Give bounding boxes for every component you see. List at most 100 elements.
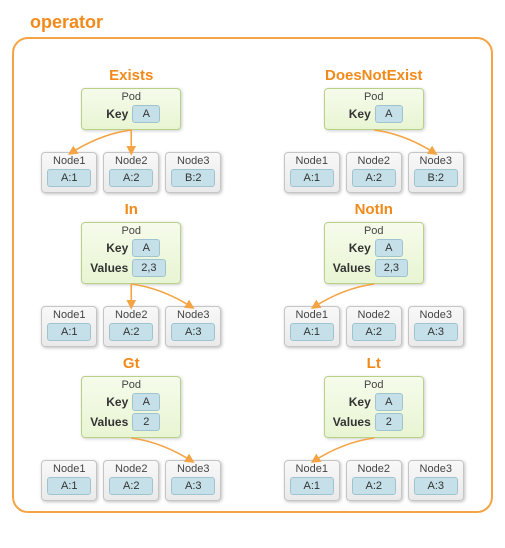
operator-title: Exists (109, 67, 153, 84)
node-box: Node2 A:2 (103, 306, 159, 347)
node-box: Node1 A:1 (41, 460, 97, 501)
node-box: Node1 A:1 (284, 152, 340, 193)
key-label: Key (88, 241, 128, 255)
operator-lt: Lt Pod Key A Values 2 Node1 A:1 Node2A:2 Node3 A:3 (265, 355, 484, 501)
operator-gt: Gt Pod Key A Values 2 Node1 A:1 Node2 A:2 Node3 A:3 (22, 355, 241, 501)
operator-title: NotIn (355, 201, 393, 218)
values-value: 2 (375, 413, 403, 431)
node-header: Node1 (290, 463, 334, 475)
pod-box: Pod Key A Values 2 (324, 376, 424, 438)
values-value: 2 (132, 413, 160, 431)
node-box: Node3 B:2 (408, 152, 464, 193)
key-value: A (375, 393, 403, 411)
node-box: Node2A:2 (346, 460, 402, 501)
node-value: A:3 (414, 323, 458, 341)
node-value: A:1 (290, 169, 334, 187)
node-header: Node1 (47, 463, 91, 475)
pod-header: Pod (331, 225, 417, 237)
node-header: Node2 (352, 155, 396, 167)
node-value: A:1 (47, 169, 91, 187)
operator-title: Gt (123, 355, 140, 372)
node-box: Node1 A:1 (284, 460, 340, 501)
values-label: Values (88, 261, 128, 275)
node-value: A:3 (171, 323, 215, 341)
operator-title: In (125, 201, 138, 218)
node-box: Node3 A:3 (408, 460, 464, 501)
values-label: Values (331, 415, 371, 429)
node-value: A:3 (414, 477, 458, 495)
values-value: 2,3 (375, 259, 408, 277)
node-header: Node2 (109, 309, 153, 321)
operator-doesnotexist: DoesNotExist Pod Key A Node1 A:1 Node2 A:2 Node3… (265, 67, 484, 193)
key-value: A (132, 239, 160, 257)
node-value: A:2 (352, 477, 396, 495)
node-header: Node3 (171, 463, 215, 475)
node-value: B:2 (171, 169, 215, 187)
key-value: A (375, 105, 403, 123)
node-header: Node2 (109, 155, 153, 167)
node-box: Node1A:1 (284, 306, 340, 347)
key-value: A (375, 239, 403, 257)
node-value: A:1 (47, 477, 91, 495)
values-label: Values (88, 415, 128, 429)
node-header: Node1 (47, 309, 91, 321)
pod-box: Pod Key A (324, 88, 424, 130)
node-value: A:1 (290, 477, 334, 495)
key-label: Key (331, 395, 371, 409)
values-value: 2,3 (132, 259, 165, 277)
node-row: Node1 A:1 Node2A:2 Node3 A:3 (284, 460, 464, 501)
node-box: Node1 A:1 (41, 152, 97, 193)
key-value: A (132, 393, 160, 411)
node-value: B:2 (414, 169, 458, 187)
operator-title: DoesNotExist (325, 67, 423, 84)
operator-title: Lt (367, 355, 381, 372)
node-header: Node3 (414, 463, 458, 475)
node-value: A:2 (352, 169, 396, 187)
node-value: A:3 (171, 477, 215, 495)
operator-exists: Exists Pod Key A Node1 A:1 Node2 A:2 Node3 B:2 (22, 67, 241, 193)
node-header: Node2 (352, 309, 396, 321)
node-row: Node1 A:1 Node2 A:2 Node3 B:2 (284, 152, 464, 193)
pod-header: Pod (88, 225, 174, 237)
pod-header: Pod (331, 91, 417, 103)
values-label: Values (331, 261, 371, 275)
pod-header: Pod (331, 379, 417, 391)
node-row: Node1 A:1 Node2 A:2 Node3 B:2 (41, 152, 221, 193)
node-value: A:1 (47, 323, 91, 341)
node-box: Node1 A:1 (41, 306, 97, 347)
operator-frame: Exists Pod Key A Node1 A:1 Node2 A:2 Node3 B:2 Doe… (12, 37, 493, 513)
key-value: A (132, 105, 160, 123)
node-value: A:2 (352, 323, 396, 341)
node-header: Node1 (290, 155, 334, 167)
key-label: Key (331, 241, 371, 255)
node-row: Node1 A:1 Node2 A:2 Node3 A:3 (41, 460, 221, 501)
node-box: Node3 A:3 (408, 306, 464, 347)
node-header: Node3 (171, 155, 215, 167)
node-header: Node3 (171, 309, 215, 321)
diagram-title: operator (30, 12, 493, 33)
pod-box: Pod Key A Values 2,3 (81, 222, 181, 284)
node-box: Node2 A:2 (346, 152, 402, 193)
key-label: Key (331, 107, 371, 121)
node-box: Node3 A:3 (165, 306, 221, 347)
node-value: A:2 (109, 477, 153, 495)
node-header: Node3 (414, 155, 458, 167)
key-label: Key (88, 395, 128, 409)
pod-box: Pod Key A (81, 88, 181, 130)
node-row: Node1 A:1 Node2 A:2 Node3 A:3 (41, 306, 221, 347)
node-header: Node1 (47, 155, 91, 167)
pod-box: Pod Key A Values 2 (81, 376, 181, 438)
operator-notin: NotInPodKeyAValues2,3Node1A:1Node2A:2Nod… (265, 201, 484, 347)
node-box: Node2 A:2 (346, 306, 402, 347)
node-header: Node1 (290, 309, 334, 321)
node-value: A:2 (109, 323, 153, 341)
node-row: Node1A:1 Node2 A:2 Node3 A:3 (284, 306, 464, 347)
pod-header: Pod (88, 379, 174, 391)
pod-box: Pod Key A Values 2,3 (324, 222, 424, 284)
node-value: A:2 (109, 169, 153, 187)
key-label: Key (88, 107, 128, 121)
node-header: Node3 (414, 309, 458, 321)
node-box: Node3 B:2 (165, 152, 221, 193)
pod-header: Pod (88, 91, 174, 103)
node-header: Node2 (109, 463, 153, 475)
